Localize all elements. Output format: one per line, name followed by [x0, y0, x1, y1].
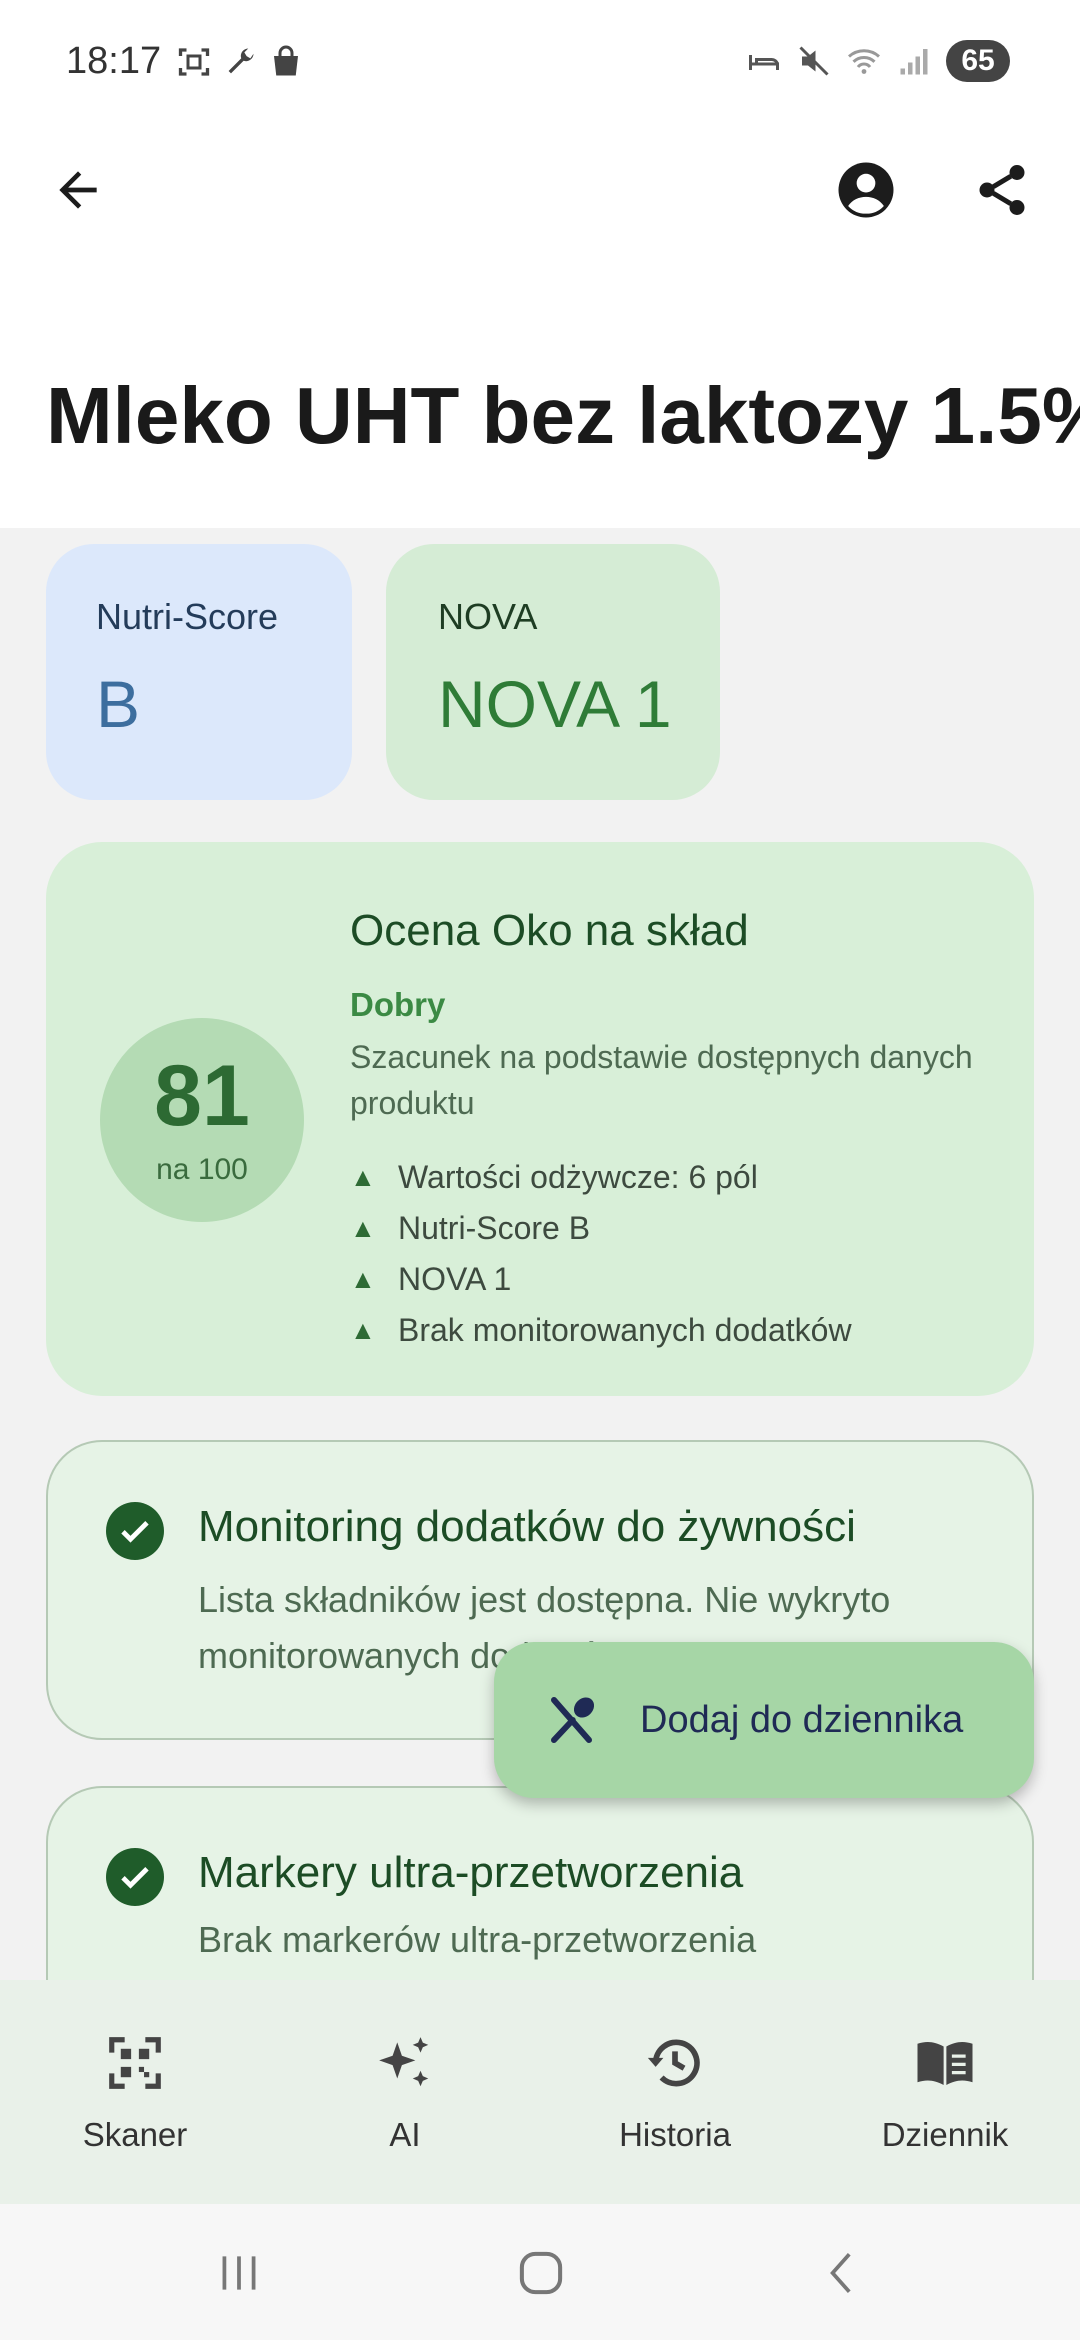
triangle-up-icon: ▲ — [350, 1264, 376, 1294]
wifi-icon — [848, 49, 880, 74]
score-number: 81 — [154, 1048, 250, 1144]
account-circle-icon — [838, 162, 894, 218]
share-icon — [979, 165, 1025, 215]
factor-label: Wartości odżywcze: 6 pól — [398, 1159, 758, 1195]
nav-item-ai[interactable]: AI — [270, 1980, 540, 2204]
ultra-processing-description: Brak markerów ultra-przetworzenia — [198, 1919, 757, 1960]
book-icon — [910, 2028, 980, 2098]
recent-apps-button[interactable] — [204, 2238, 274, 2308]
nav-item-diary[interactable]: Dziennik — [810, 1980, 1080, 2204]
system-navigation-bar — [0, 2204, 1080, 2340]
factor-item: ▲ Brak monitorowanych dodatków — [350, 1305, 1010, 1356]
ultra-processing-title: Markery ultra-przetworzenia — [198, 1848, 744, 1897]
add-to-diary-label: Dodaj do dziennika — [640, 1698, 964, 1741]
signal-icon — [900, 49, 928, 75]
history-icon — [640, 2028, 710, 2098]
factor-label: NOVA 1 — [398, 1261, 512, 1297]
triangle-up-icon: ▲ — [350, 1162, 376, 1192]
qr-scanner-icon — [100, 2028, 170, 2098]
mute-icon — [799, 46, 829, 76]
status-icons-right: 65 — [746, 40, 1010, 82]
nova-label: NOVA — [438, 596, 538, 637]
evaluation-grade: Dobry — [350, 986, 446, 1023]
home-button[interactable] — [506, 2238, 576, 2308]
nav-item-history[interactable]: Historia — [540, 1980, 810, 2204]
battery-indicator: 65 — [946, 40, 1010, 82]
additives-monitoring-title: Monitoring dodatków do żywności — [198, 1502, 856, 1551]
nova-card[interactable]: NOVA NOVA 1 — [386, 544, 720, 800]
nav-label-ai: AI — [389, 2116, 421, 2153]
wrench-icon — [228, 48, 254, 74]
check-circle-icon — [106, 1502, 164, 1560]
nutri-score-label: Nutri-Score — [96, 596, 279, 637]
ultra-processing-card[interactable]: Markery ultra-przetworzenia Brak markeró… — [46, 1786, 1034, 1980]
restaurant-icon — [542, 1688, 606, 1752]
triangle-up-icon: ▲ — [350, 1315, 376, 1345]
score-scale: na 100 — [156, 1153, 248, 1186]
toolbar — [0, 140, 1080, 240]
nav-item-scanner[interactable]: Skaner — [0, 1980, 270, 2204]
evaluation-card: 81 na 100 Ocena Oko na skład Dobry Szacu… — [46, 842, 1034, 1396]
back-button[interactable] — [38, 150, 118, 230]
evaluation-description: Szacunek na podstawie dostępnych danych … — [350, 1039, 973, 1121]
status-time: 18:17 — [66, 40, 162, 82]
factor-label: Brak monitorowanych dodatków — [398, 1312, 852, 1348]
shopping-bag-icon — [274, 45, 298, 76]
nutri-score-value: B — [96, 667, 141, 741]
account-button[interactable] — [826, 150, 906, 230]
evaluation-title: Ocena Oko na skład — [350, 906, 749, 955]
factor-item: ▲ Nutri-Score B — [350, 1203, 1010, 1254]
nav-label-scanner: Skaner — [82, 2116, 188, 2153]
evaluation-factors: ▲ Wartości odżywcze: 6 pól ▲ Nutri-Score B… — [350, 1152, 1010, 1356]
evaluation-body: Ocena Oko na skład Dobry Szacunek na pod… — [350, 906, 1010, 1356]
share-button[interactable] — [962, 150, 1042, 230]
factor-label: Nutri-Score B — [398, 1210, 591, 1246]
add-to-diary-button[interactable]: Dodaj do dziennika — [494, 1642, 1034, 1798]
triangle-up-icon: ▲ — [350, 1213, 376, 1243]
status-icons-left — [176, 44, 304, 80]
score-badge: 81 na 100 — [100, 1018, 304, 1222]
screenshot-icon — [178, 48, 210, 76]
nav-label-history: Historia — [619, 2116, 731, 2153]
nutri-score-card[interactable]: Nutri-Score B — [46, 544, 352, 800]
check-circle-icon — [106, 1848, 164, 1906]
arrow-back-icon — [59, 171, 97, 209]
sleep-icon — [749, 55, 779, 70]
factor-item: ▲ Wartości odżywcze: 6 pól — [350, 1152, 1010, 1203]
chevron-left-icon — [830, 2253, 851, 2293]
factor-item: ▲ NOVA 1 — [350, 1254, 1010, 1305]
sparkle-icon — [370, 2028, 440, 2098]
nova-value: NOVA 1 — [438, 667, 672, 741]
home-icon — [519, 2251, 563, 2295]
recent-apps-icon — [222, 2256, 256, 2290]
bottom-navigation: Skaner AI Historia Dziennik — [0, 1980, 1080, 2204]
nav-label-diary: Dziennik — [881, 2116, 1009, 2153]
status-bar: 18:17 65 — [0, 0, 1080, 130]
product-title: Mleko UHT bez laktozy 1.5% — [46, 371, 1080, 460]
system-back-button[interactable] — [808, 2238, 878, 2308]
